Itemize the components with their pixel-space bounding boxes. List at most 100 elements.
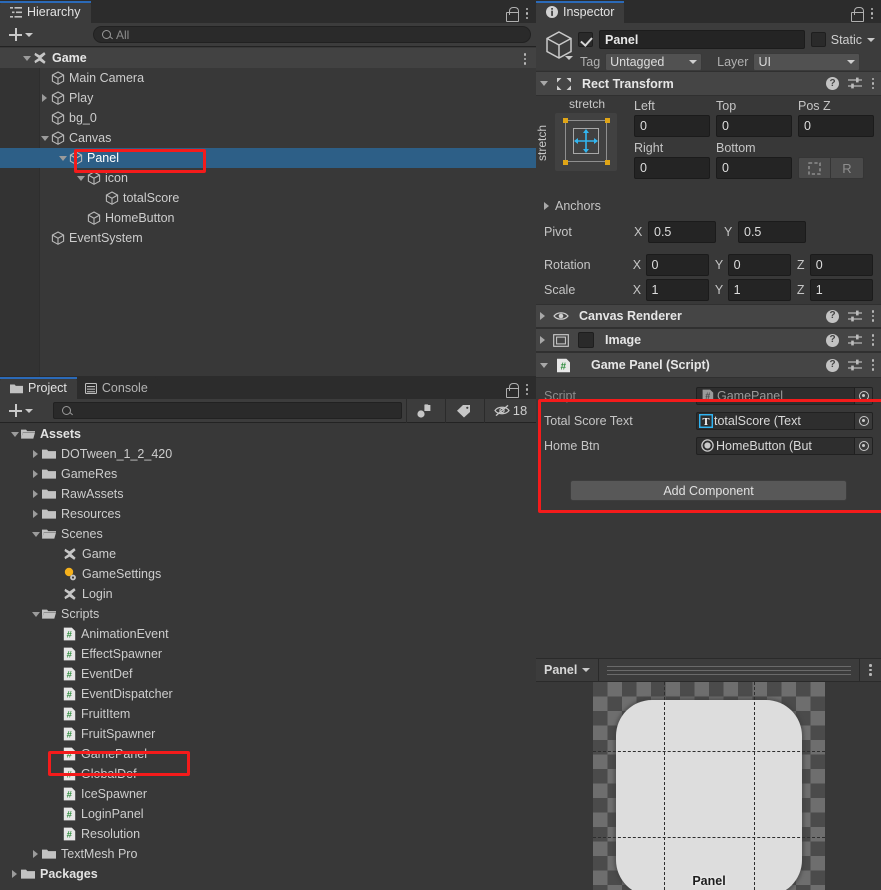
hierarchy-item-game[interactable]: Game — [0, 48, 536, 68]
component-menu-icon[interactable] — [871, 359, 875, 371]
project-item-eventdef[interactable]: # EventDef — [0, 664, 536, 684]
project-item-resources[interactable]: Resources — [0, 504, 536, 524]
component-menu-icon[interactable] — [871, 310, 875, 322]
twisty-expanded-icon[interactable] — [20, 52, 33, 65]
help-icon[interactable]: ? — [826, 358, 839, 372]
tag-dropdown[interactable]: Untagged — [605, 53, 703, 71]
gameobject-icon-dropdown[interactable] — [565, 56, 573, 60]
project-item-fruititem[interactable]: # FruitItem — [0, 704, 536, 724]
project-item-scenes[interactable]: Scenes — [0, 524, 536, 544]
add-component-button[interactable]: Add Component — [570, 480, 847, 501]
foldout-arrow-icon[interactable] — [540, 81, 548, 86]
twisty-collapsed-icon[interactable] — [29, 508, 42, 521]
tab-project[interactable]: Project — [0, 377, 77, 399]
tab-console[interactable]: Console — [76, 377, 158, 399]
image-enabled-checkbox[interactable] — [578, 332, 594, 348]
project-item-resolution[interactable]: # Resolution — [0, 824, 536, 844]
object-reference-field[interactable]: # GamePanel — [696, 386, 873, 405]
project-tree[interactable]: Assets DOTween_1_2_420 GameRes RawAssets Res… — [0, 424, 536, 890]
object-reference-field[interactable]: TtotalScore (Text — [696, 411, 873, 430]
project-item-assets[interactable]: Assets — [0, 424, 536, 444]
lock-icon[interactable] — [851, 7, 864, 22]
hierarchy-search-input[interactable]: All — [93, 26, 531, 43]
object-picker-button[interactable] — [854, 387, 872, 404]
hierarchy-item-eventsystem[interactable]: EventSystem — [0, 228, 536, 248]
object-picker-button[interactable] — [854, 412, 872, 429]
twisty-expanded-icon[interactable] — [56, 152, 69, 165]
twisty-expanded-icon[interactable] — [38, 132, 51, 145]
foldout-arrow-icon[interactable] — [540, 336, 545, 344]
twisty-collapsed-icon[interactable] — [8, 868, 21, 881]
twisty-expanded-icon[interactable] — [74, 172, 87, 185]
hierarchy-tree[interactable]: Game Main Camera Play bg_0 Canvas Panel icon to… — [0, 48, 536, 376]
project-item-icespawner[interactable]: # IceSpawner — [0, 784, 536, 804]
preset-icon[interactable] — [848, 77, 862, 90]
pivot-y-input[interactable]: 0.5 — [738, 221, 806, 243]
twisty-collapsed-icon[interactable] — [29, 848, 42, 861]
project-item-gameres[interactable]: GameRes — [0, 464, 536, 484]
twisty-expanded-icon[interactable] — [8, 428, 21, 441]
anchor-preset-widget[interactable] — [555, 113, 617, 171]
project-search-input[interactable] — [53, 402, 402, 419]
scene-menu-icon[interactable] — [523, 53, 527, 65]
gameobject-enabled-checkbox[interactable] — [578, 32, 593, 47]
hierarchy-item-main-camera[interactable]: Main Camera — [0, 68, 536, 88]
preset-icon[interactable] — [848, 359, 862, 372]
hierarchy-item-panel[interactable]: Panel — [0, 148, 536, 168]
hidden-items-indicator[interactable]: 18 — [484, 398, 536, 423]
project-menu-icon[interactable] — [525, 383, 529, 396]
scale-y-input[interactable]: 1 — [727, 279, 791, 301]
project-item-gamepanel[interactable]: # GamePanel — [0, 744, 536, 764]
project-item-fruitspawner[interactable]: # FruitSpawner — [0, 724, 536, 744]
twisty-collapsed-icon[interactable] — [38, 92, 51, 105]
project-item-effectspawner[interactable]: # EffectSpawner — [0, 644, 536, 664]
preview-drag-handle[interactable] — [599, 665, 859, 675]
object-filter-button[interactable] — [406, 398, 441, 423]
project-item-gamesettings[interactable]: GameSettings — [0, 564, 536, 584]
foldout-arrow-icon[interactable] — [540, 312, 545, 320]
component-menu-icon[interactable] — [871, 334, 875, 346]
project-item-loginpanel[interactable]: # LoginPanel — [0, 804, 536, 824]
project-item-textmesh-pro[interactable]: TextMesh Pro — [0, 844, 536, 864]
static-checkbox[interactable] — [810, 32, 826, 47]
help-icon[interactable]: ? — [826, 77, 839, 90]
hierarchy-item-bg-0[interactable]: bg_0 — [0, 108, 536, 128]
project-item-rawassets[interactable]: RawAssets — [0, 484, 536, 504]
twisty-collapsed-icon[interactable] — [29, 488, 42, 501]
create-gameobject-button[interactable] — [5, 26, 37, 44]
posz-input[interactable]: 0 — [798, 115, 874, 137]
twisty-collapsed-icon[interactable] — [29, 448, 42, 461]
lock-icon[interactable] — [506, 7, 519, 22]
component-header-rect-transform[interactable]: Rect Transform ? — [536, 71, 881, 96]
raw-edit-button[interactable]: R — [831, 157, 864, 179]
hierarchy-item-play[interactable]: Play — [0, 88, 536, 108]
preview-object-dropdown[interactable]: Panel — [536, 659, 600, 681]
top-input[interactable]: 0 — [716, 115, 792, 137]
hierarchy-item-homebutton[interactable]: HomeButton — [0, 208, 536, 228]
lock-icon[interactable] — [506, 383, 519, 398]
left-input[interactable]: 0 — [634, 115, 710, 137]
hierarchy-menu-icon[interactable] — [525, 7, 529, 20]
hierarchy-item-icon[interactable]: icon — [0, 168, 536, 188]
scale-x-input[interactable]: 1 — [645, 279, 709, 301]
pivot-x-input[interactable]: 0.5 — [648, 221, 716, 243]
blueprint-mode-button[interactable] — [798, 157, 831, 179]
object-reference-field[interactable]: HomeButton (But — [696, 436, 873, 455]
project-item-dotween-1-2-420[interactable]: DOTween_1_2_420 — [0, 444, 536, 464]
component-header-game-panel-script[interactable]: # Game Panel (Script) ? — [536, 352, 881, 378]
label-filter-button[interactable] — [445, 398, 480, 423]
twisty-expanded-icon[interactable] — [29, 528, 42, 541]
project-item-eventdispatcher[interactable]: # EventDispatcher — [0, 684, 536, 704]
project-item-login[interactable]: Login — [0, 584, 536, 604]
tab-inspector[interactable]: Inspector — [536, 1, 625, 23]
component-menu-icon[interactable] — [871, 77, 875, 90]
create-asset-button[interactable] — [5, 402, 37, 420]
project-item-packages[interactable]: Packages — [0, 864, 536, 884]
hierarchy-item-canvas[interactable]: Canvas — [0, 128, 536, 148]
foldout-arrow-icon[interactable] — [540, 362, 548, 368]
rotation-y-input[interactable]: 0 — [727, 254, 791, 276]
layer-dropdown[interactable]: UI — [753, 53, 861, 71]
twisty-collapsed-icon[interactable] — [29, 468, 42, 481]
project-item-animationevent[interactable]: # AnimationEvent — [0, 624, 536, 644]
scale-z-input[interactable]: 1 — [809, 279, 873, 301]
